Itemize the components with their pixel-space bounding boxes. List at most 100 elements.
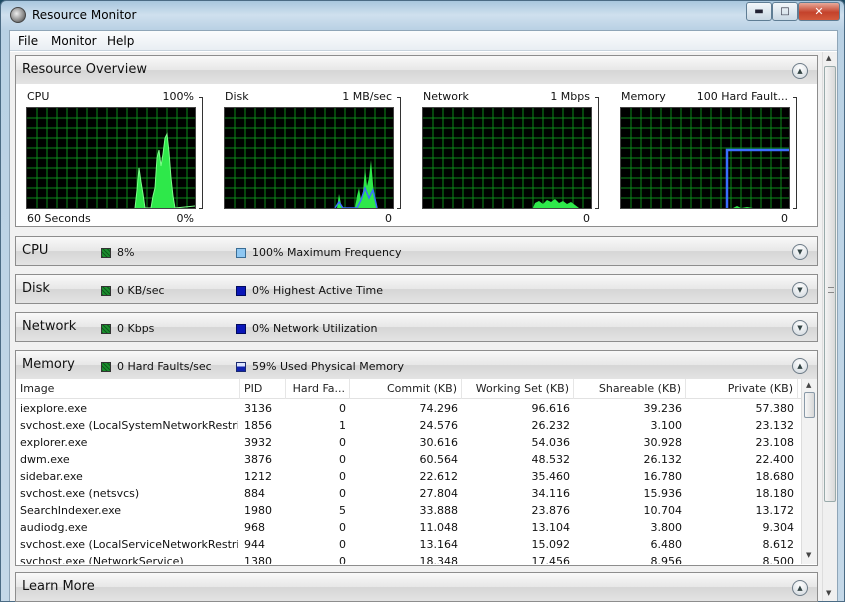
- column-commit[interactable]: Commit (KB): [350, 379, 462, 399]
- cell-working-set: 13.104: [531, 521, 571, 534]
- memory-graph-scale: 100 Hard Fault...: [696, 90, 788, 103]
- cpu-graph-label: CPU: [27, 90, 50, 103]
- resource-monitor-window: Resource Monitor ▬ □ ✕ File Monitor Help…: [0, 0, 845, 602]
- cell-pid: 944: [244, 538, 265, 551]
- cell-shareable: 26.132: [643, 453, 683, 466]
- overview-graphs: CPU 100% 60 Seconds 0% Disk 1 MB/sec 0 N…: [16, 84, 817, 226]
- memory-graph: [620, 107, 790, 209]
- chevron-up-icon[interactable]: ▲: [792, 580, 808, 596]
- disk-header[interactable]: Disk 0 KB/sec 0% Highest Active Time ▼: [16, 275, 817, 303]
- cell-private: 9.304: [762, 521, 795, 534]
- column-image[interactable]: Image: [16, 379, 240, 399]
- resource-overview-header[interactable]: Resource Overview ▲: [16, 56, 817, 84]
- title-bar[interactable]: Resource Monitor ▬ □ ✕: [1, 1, 844, 30]
- network-utilization-legend: 0% Network Utilization: [236, 322, 378, 335]
- section-title: Resource Overview: [22, 62, 147, 77]
- chevron-up-icon[interactable]: ▲: [792, 358, 808, 374]
- table-row[interactable]: svchost.exe (LocalSystemNetworkRestrict.…: [16, 417, 801, 434]
- memory-graph-label: Memory: [621, 90, 666, 103]
- cell-private: 23.132: [755, 419, 795, 432]
- table-row[interactable]: iexplore.exe 3136 0 74.296 96.616 39.236 57.38…: [16, 400, 801, 417]
- scroll-thumb[interactable]: [824, 66, 836, 502]
- network-graph-label: Network: [423, 90, 469, 103]
- menu-file[interactable]: File: [18, 34, 38, 48]
- client-area: File Monitor Help Resource Overview ▲ CP…: [9, 30, 838, 602]
- menu-help[interactable]: Help: [107, 34, 134, 48]
- chevron-down-icon[interactable]: ▼: [792, 244, 808, 260]
- cell-image: svchost.exe (LocalServiceNetworkRestrict…: [20, 538, 238, 551]
- cell-pid: 1212: [244, 470, 272, 483]
- chevron-down-icon[interactable]: ▼: [792, 320, 808, 336]
- cell-pid: 1380: [244, 555, 272, 564]
- maximize-button[interactable]: □: [772, 2, 798, 21]
- close-button[interactable]: ✕: [798, 2, 840, 21]
- cell-commit: 74.296: [419, 402, 459, 415]
- network-io-value: 0 Kbps: [117, 322, 155, 335]
- scroll-thumb[interactable]: [804, 392, 815, 418]
- memory-table-body: iexplore.exe 3136 0 74.296 96.616 39.236 57.38…: [16, 400, 801, 564]
- scroll-up-icon[interactable]: ▲: [806, 381, 811, 389]
- disk-io-legend: 0 KB/sec: [101, 284, 165, 297]
- column-working-set[interactable]: Working Set (KB): [462, 379, 574, 399]
- main-scrollbar[interactable]: ▲ ▼: [822, 52, 837, 601]
- cell-commit: 24.576: [419, 419, 459, 432]
- cell-hard-faults: 5: [339, 504, 346, 517]
- table-row[interactable]: svchost.exe (NetworkService) 1380 0 18.348 1…: [16, 553, 801, 564]
- column-private[interactable]: Private (KB): [686, 379, 798, 399]
- cell-working-set: 35.460: [531, 470, 571, 483]
- cell-pid: 3876: [244, 453, 272, 466]
- column-pid[interactable]: PID: [240, 379, 286, 399]
- cell-pid: 968: [244, 521, 265, 534]
- cell-private: 18.180: [755, 487, 795, 500]
- menu-monitor[interactable]: Monitor: [51, 34, 97, 48]
- cell-hard-faults: 0: [339, 470, 346, 483]
- chevron-up-icon[interactable]: ▲: [792, 63, 808, 79]
- section-title: Memory: [22, 357, 75, 372]
- cell-private: 22.400: [755, 453, 795, 466]
- cell-image: svchost.exe (LocalSystemNetworkRestrict.…: [20, 419, 238, 432]
- memory-section: Memory 0 Hard Faults/sec 59% Used Physic…: [15, 350, 818, 566]
- cpu-usage-value: 8%: [117, 246, 135, 259]
- cell-commit: 33.888: [419, 504, 459, 517]
- table-row[interactable]: dwm.exe 3876 0 60.564 48.532 26.132 22.400: [16, 451, 801, 468]
- cell-hard-faults: 0: [339, 521, 346, 534]
- table-row[interactable]: audiodg.exe 968 0 11.048 13.104 3.800 9.304: [16, 519, 801, 536]
- table-row[interactable]: svchost.exe (netsvcs) 884 0 27.804 34.116 15.…: [16, 485, 801, 502]
- table-row[interactable]: SearchIndexer.exe 1980 5 33.888 23.876 10.704…: [16, 502, 801, 519]
- cell-hard-faults: 0: [339, 555, 346, 564]
- memory-table-scrollbar[interactable]: ▲ ▼: [801, 379, 817, 564]
- column-hard-faults[interactable]: Hard Fa...: [286, 379, 350, 399]
- memory-header[interactable]: Memory 0 Hard Faults/sec 59% Used Physic…: [16, 351, 817, 379]
- resource-monitor-app-icon: [10, 7, 26, 23]
- scroll-down-icon[interactable]: ▼: [826, 589, 831, 597]
- learn-more-section: Learn More ▲: [15, 572, 818, 602]
- memory-table-header: Image PID Hard Fa... Commit (KB) Working…: [16, 379, 817, 399]
- cell-image: svchost.exe (netsvcs): [20, 487, 140, 500]
- scroll-up-icon[interactable]: ▲: [826, 54, 831, 62]
- column-shareable[interactable]: Shareable (KB): [574, 379, 686, 399]
- cell-shareable: 10.704: [643, 504, 683, 517]
- section-title: Disk: [22, 281, 50, 296]
- cell-hard-faults: 0: [339, 538, 346, 551]
- chevron-down-icon[interactable]: ▼: [792, 282, 808, 298]
- disk-graph-label: Disk: [225, 90, 249, 103]
- cpu-header[interactable]: CPU 8% 100% Maximum Frequency ▼: [16, 237, 817, 265]
- learn-more-header[interactable]: Learn More ▲: [16, 573, 817, 601]
- cell-commit: 13.164: [419, 538, 459, 551]
- network-io-legend: 0 Kbps: [101, 322, 154, 335]
- memory-graph-min: 0: [781, 212, 788, 225]
- table-row[interactable]: svchost.exe (LocalServiceNetworkRestrict…: [16, 536, 801, 553]
- table-row[interactable]: sidebar.exe 1212 0 22.612 35.460 16.780 18.680: [16, 468, 801, 485]
- cell-working-set: 26.232: [531, 419, 571, 432]
- cpu-graph-bracket: [199, 97, 203, 209]
- cell-shareable: 3.100: [650, 419, 683, 432]
- table-row[interactable]: explorer.exe 3932 0 30.616 54.036 30.928 23.10…: [16, 434, 801, 451]
- cell-commit: 11.048: [419, 521, 459, 534]
- cell-pid: 884: [244, 487, 265, 500]
- network-graph: [422, 107, 592, 209]
- network-header[interactable]: Network 0 Kbps 0% Network Utilization ▼: [16, 313, 817, 341]
- scroll-down-icon[interactable]: ▼: [806, 551, 811, 559]
- section-title: Learn More: [22, 579, 95, 594]
- cell-working-set: 54.036: [531, 436, 571, 449]
- minimize-button[interactable]: ▬: [746, 2, 772, 21]
